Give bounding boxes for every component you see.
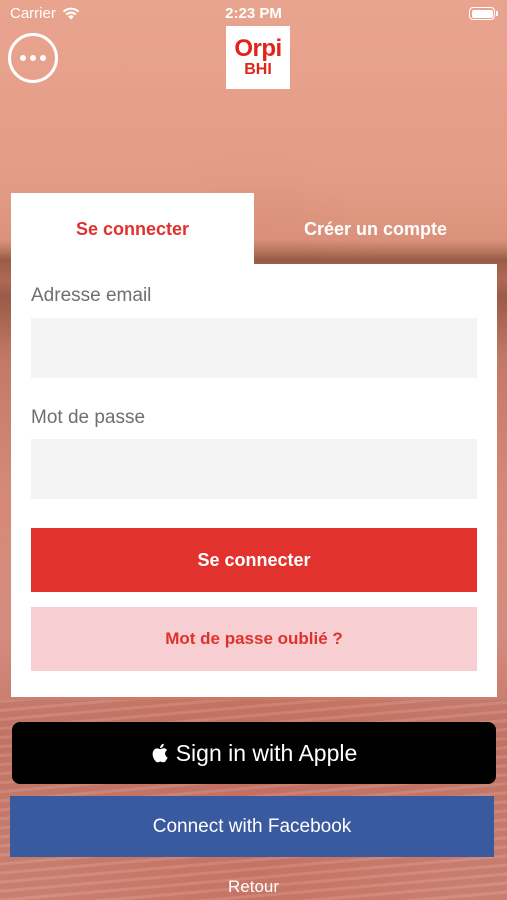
battery-icon (469, 7, 498, 20)
email-field[interactable] (31, 318, 477, 378)
tab-login[interactable]: Se connecter (11, 193, 254, 265)
status-bar: Carrier 2:23 PM (0, 0, 507, 28)
back-link[interactable]: Retour (0, 877, 507, 897)
more-icon-dot (40, 55, 46, 61)
sign-in-with-apple-button[interactable]: Sign in with Apple (12, 722, 496, 784)
login-form: Adresse email Mot de passe Se connecter … (11, 264, 497, 697)
forgot-password-button[interactable]: Mot de passe oublié ? (31, 607, 477, 671)
more-icon-dot (20, 55, 26, 61)
more-options-button[interactable] (8, 33, 58, 83)
apple-button-label: Sign in with Apple (175, 739, 358, 766)
connect-with-facebook-button[interactable]: Connect with Facebook (10, 796, 494, 857)
logo-line1: Orpi (234, 34, 282, 62)
apple-icon (152, 743, 168, 763)
password-label: Mot de passe (31, 407, 146, 428)
password-field[interactable] (31, 439, 477, 499)
tab-register[interactable]: Créer un compte (254, 193, 497, 265)
login-button[interactable]: Se connecter (31, 528, 477, 592)
email-label: Adresse email (31, 285, 152, 306)
more-icon-dot (30, 55, 36, 61)
orpi-logo: Orpi BHI (226, 26, 290, 89)
logo-line2: BHI (244, 60, 272, 78)
status-time: 2:23 PM (225, 5, 282, 22)
